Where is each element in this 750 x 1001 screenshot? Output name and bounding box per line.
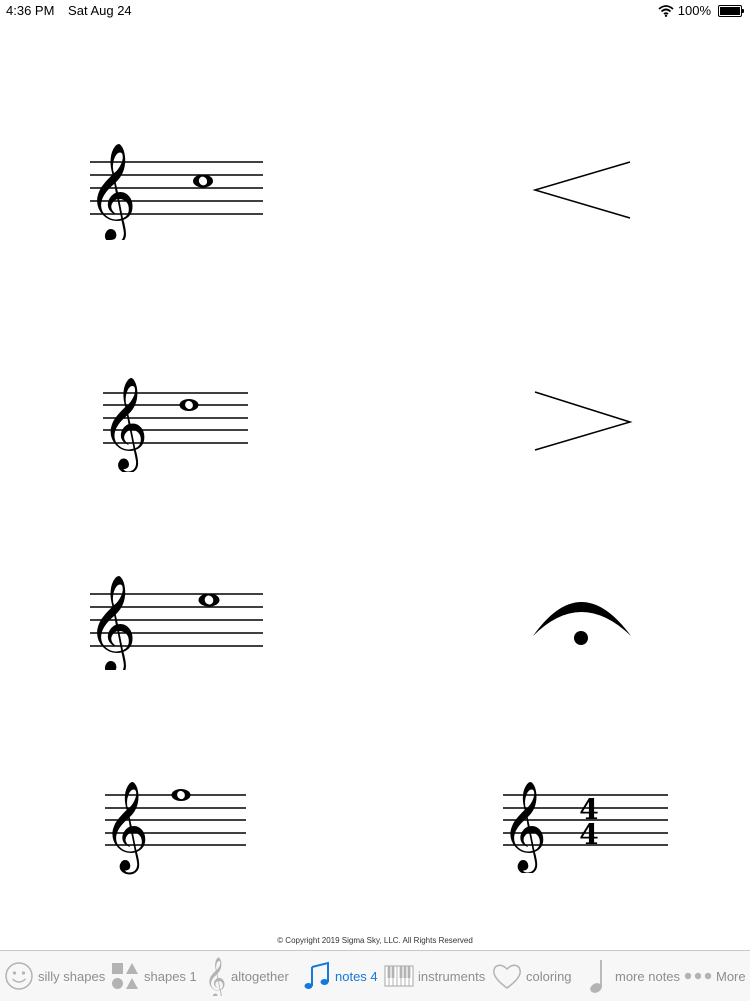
tab-more-notes[interactable]: more notes	[587, 951, 680, 1001]
tab-label: shapes 1	[144, 968, 197, 984]
treble-clef-icon: 𝄞	[103, 781, 149, 875]
tab-label: more notes	[615, 968, 681, 984]
tab-label: coloring	[526, 968, 572, 984]
wifi-icon	[658, 4, 674, 17]
treble-staff-note-4[interactable]: 𝄞	[102, 780, 252, 875]
tab-shapes-1[interactable]: shapes 1	[110, 951, 197, 1001]
treble-clef-icon: 𝄞	[87, 142, 137, 240]
tab-label: instruments	[418, 968, 486, 984]
treble-staff-note-1[interactable]: 𝄞	[85, 140, 270, 240]
fermata-icon	[533, 602, 631, 636]
shapes-icon	[112, 963, 138, 989]
heart-icon	[493, 964, 521, 989]
ellipsis-icon	[684, 972, 712, 980]
crescendo[interactable]	[525, 150, 640, 230]
crescendo-hairpin-icon	[532, 161, 631, 219]
status-bar: 4:36 PM Sat Aug 24 100%	[0, 0, 750, 22]
tab-bar: silly shapes shapes 1 𝄞 altogether notes…	[0, 950, 750, 1001]
fermata[interactable]	[525, 588, 640, 653]
tab-altogether[interactable]: 𝄞 altogether	[205, 951, 289, 1001]
tab-label: altogether	[231, 968, 289, 984]
common-time-signature[interactable]: 𝄞 4 4	[500, 778, 675, 873]
tab-label: More	[716, 968, 746, 984]
copyright-notice: © Copyright 2019 Sigma Sky, LLC. All Rig…	[277, 936, 473, 945]
decrescendo[interactable]	[525, 382, 640, 462]
smiley-face-icon	[5, 962, 33, 990]
tab-silly-shapes[interactable]: silly shapes	[4, 951, 105, 1001]
piano-keys-icon	[384, 965, 414, 987]
treble-clef-icon: 𝄞	[501, 781, 547, 873]
tab-notes-4[interactable]: notes 4	[303, 951, 378, 1001]
status-time: 4:36 PM	[6, 3, 55, 18]
treble-clef-icon: 𝄞	[205, 957, 226, 996]
treble-clef-icon: 𝄞	[101, 376, 148, 472]
battery-icon	[718, 4, 744, 17]
music-notes-icon	[304, 961, 329, 989]
battery-percent: 100%	[677, 3, 711, 18]
treble-staff-note-2[interactable]: 𝄞	[100, 372, 255, 472]
tab-label: notes 4	[335, 968, 378, 984]
tab-more[interactable]: More	[684, 951, 746, 1001]
tab-instruments[interactable]: instruments	[384, 951, 485, 1001]
tab-label: silly shapes	[38, 968, 106, 984]
status-date: Sat Aug 24	[68, 3, 132, 18]
tab-coloring[interactable]: coloring	[492, 951, 572, 1001]
treble-clef-icon: 𝄞	[87, 574, 137, 670]
svg-text:𝄞: 𝄞	[205, 957, 226, 996]
time-signature-bottom: 4	[579, 818, 598, 851]
quarter-note-icon	[590, 960, 602, 993]
decrescendo-hairpin-icon	[534, 391, 633, 451]
treble-staff-note-3[interactable]: 𝄞	[85, 570, 270, 670]
